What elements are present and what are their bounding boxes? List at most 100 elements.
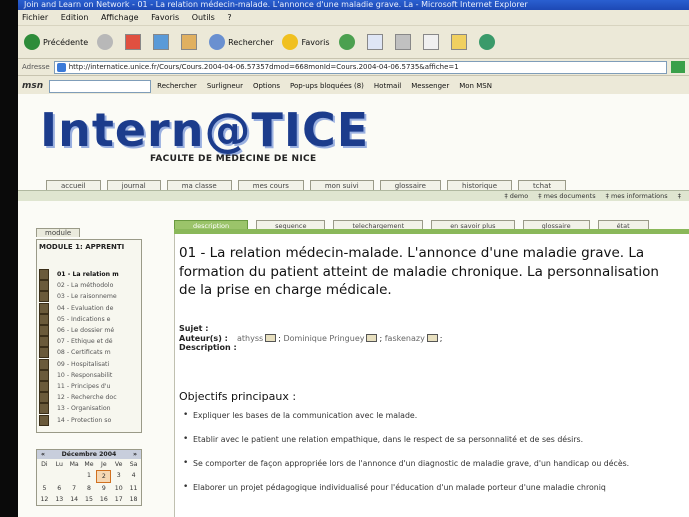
menu-fichier[interactable]: Fichier bbox=[22, 13, 48, 22]
subnav-demo[interactable]: ‡ demo bbox=[504, 192, 528, 200]
calendar-day[interactable] bbox=[52, 470, 67, 483]
calendar-week: 5 6 7 8 9 10 11 bbox=[37, 483, 141, 494]
menu-bar: Fichier Edition Affichage Favoris Outils… bbox=[18, 10, 689, 26]
menu-help[interactable]: ? bbox=[227, 13, 231, 22]
popups-blocked-button[interactable]: Pop-ups bloquées (8) bbox=[290, 82, 364, 90]
calendar-day[interactable]: 1 bbox=[82, 470, 97, 483]
options-button[interactable]: Options bbox=[253, 82, 280, 90]
calendar-day[interactable]: 15 bbox=[82, 494, 97, 505]
history-icon bbox=[338, 34, 355, 50]
hotmail-button[interactable]: Hotmail bbox=[374, 82, 401, 90]
folder-button[interactable] bbox=[450, 34, 470, 50]
course-title: 01 - La relation médecin-malade. L'annon… bbox=[179, 245, 659, 298]
module-item[interactable]: 05 - Indications e bbox=[39, 313, 141, 325]
print-button[interactable] bbox=[394, 34, 414, 50]
calendar-day-today[interactable]: 2 bbox=[96, 469, 112, 483]
calendar-day[interactable]: 18 bbox=[126, 494, 141, 505]
site-logo-area: Intern@TICE FACULTE DE MEDECINE DE NICE bbox=[40, 106, 368, 166]
module-item[interactable]: 14 - Protection so bbox=[39, 414, 141, 426]
back-button[interactable]: Précédente bbox=[24, 34, 88, 50]
forward-arrow-icon bbox=[97, 34, 114, 50]
menu-edition[interactable]: Edition bbox=[61, 13, 89, 22]
highlight-button[interactable]: Surligneur bbox=[207, 82, 243, 90]
calendar-day[interactable]: 7 bbox=[67, 483, 82, 494]
stop-button[interactable] bbox=[125, 34, 144, 50]
calendar-day[interactable] bbox=[67, 470, 82, 483]
edit-icon bbox=[422, 34, 439, 50]
forward-button[interactable] bbox=[97, 34, 116, 50]
history-button[interactable] bbox=[338, 34, 358, 50]
messenger-link[interactable]: Messenger bbox=[411, 82, 449, 90]
mail-icon[interactable] bbox=[265, 333, 277, 342]
calendar-day[interactable]: 11 bbox=[126, 483, 141, 494]
msn-search-input[interactable] bbox=[49, 79, 152, 93]
module-item[interactable]: 12 - Recherche doc bbox=[39, 392, 141, 404]
module-tab[interactable]: module bbox=[36, 228, 81, 237]
mail-icon[interactable] bbox=[426, 333, 438, 342]
browser-window: Join and Learn on Network - 01 - La rela… bbox=[18, 0, 689, 517]
module-item[interactable]: 01 - La relation m bbox=[39, 269, 141, 281]
back-arrow-icon bbox=[24, 34, 40, 50]
module-item[interactable]: 02 - La méthodolo bbox=[39, 280, 141, 292]
calendar-next-button[interactable]: » bbox=[133, 451, 137, 458]
go-button[interactable] bbox=[671, 61, 685, 73]
calendar-day[interactable]: 12 bbox=[37, 494, 52, 505]
calendar-day[interactable]: 17 bbox=[111, 494, 126, 505]
site-subtitle: FACULTE DE MEDECINE DE NICE bbox=[150, 154, 317, 164]
search-button[interactable]: Rechercher bbox=[209, 34, 273, 50]
subnav-more[interactable]: ‡ bbox=[678, 192, 681, 200]
author-link[interactable]: Dominique Pringuey bbox=[283, 334, 364, 344]
module-item[interactable]: 09 - Hospitalisati bbox=[39, 358, 141, 370]
weekday: Di bbox=[41, 460, 48, 468]
messenger-button[interactable] bbox=[478, 34, 498, 50]
author-link[interactable]: faskenazy bbox=[385, 334, 425, 344]
calendar-day[interactable]: 16 bbox=[96, 494, 111, 505]
bullet-icon: • bbox=[183, 482, 189, 492]
calendar-day[interactable]: 4 bbox=[126, 470, 141, 483]
module-item[interactable]: 10 - Responsabilit bbox=[39, 369, 141, 381]
mail-button[interactable] bbox=[366, 34, 386, 50]
module-item[interactable]: 04 - Evaluation de bbox=[39, 302, 141, 314]
calendar-day[interactable] bbox=[37, 470, 52, 483]
msn-search-button[interactable]: Rechercher bbox=[157, 82, 197, 90]
subnav-mes-documents[interactable]: ‡ mes documents bbox=[538, 192, 595, 200]
module-item[interactable]: 11 - Principes d'u bbox=[39, 380, 141, 392]
module-item[interactable]: 07 - Ethique et dé bbox=[39, 336, 141, 348]
calendar-day[interactable]: 10 bbox=[111, 483, 126, 494]
calendar-day[interactable]: 9 bbox=[96, 483, 111, 494]
my-msn-button[interactable]: Mon MSN bbox=[459, 82, 492, 90]
author-link[interactable]: athyss bbox=[237, 334, 263, 344]
calendar-day[interactable]: 5 bbox=[37, 483, 52, 494]
subnav-mes-informations[interactable]: ‡ mes informations bbox=[606, 192, 668, 200]
calendar-week: 1 2 3 4 bbox=[37, 469, 141, 483]
msn-logo[interactable]: msn bbox=[22, 81, 43, 91]
site-logo[interactable]: Intern@TICE bbox=[40, 106, 368, 154]
menu-favoris[interactable]: Favoris bbox=[151, 13, 179, 22]
calendar-day[interactable]: 3 bbox=[111, 470, 126, 483]
address-bar: Adresse http://internatice.unice.fr/Cour… bbox=[18, 59, 689, 76]
menu-outils[interactable]: Outils bbox=[192, 13, 215, 22]
address-field[interactable]: http://internatice.unice.fr/Cours/Cours.… bbox=[53, 60, 667, 74]
folder-icon bbox=[450, 34, 467, 50]
print-icon bbox=[394, 34, 411, 50]
module-item[interactable]: 03 - Le raisonneme bbox=[39, 291, 141, 303]
favorites-button[interactable]: Favoris bbox=[282, 34, 330, 50]
edit-button[interactable] bbox=[422, 34, 442, 50]
calendar-day[interactable]: 13 bbox=[52, 494, 67, 505]
home-button[interactable] bbox=[181, 34, 200, 50]
module-item[interactable]: 08 - Certificats m bbox=[39, 347, 141, 359]
calendar-day[interactable]: 6 bbox=[52, 483, 67, 494]
module-item[interactable]: 06 - Le dossier mé bbox=[39, 325, 141, 337]
calendar-month: Décembre 2004 bbox=[61, 450, 117, 458]
menu-affichage[interactable]: Affichage bbox=[101, 13, 139, 22]
module-item[interactable]: 13 - Organisation bbox=[39, 403, 141, 415]
home-icon bbox=[181, 34, 198, 50]
calendar-day[interactable]: 14 bbox=[67, 494, 82, 505]
mail-icon[interactable] bbox=[366, 333, 378, 342]
address-label: Adresse bbox=[22, 63, 50, 71]
subject-row: Sujet : bbox=[179, 324, 443, 334]
calendar-prev-button[interactable]: « bbox=[41, 451, 45, 458]
calendar-day[interactable]: 8 bbox=[82, 483, 97, 494]
refresh-button[interactable] bbox=[153, 34, 172, 50]
bullet-icon: • bbox=[183, 410, 189, 420]
